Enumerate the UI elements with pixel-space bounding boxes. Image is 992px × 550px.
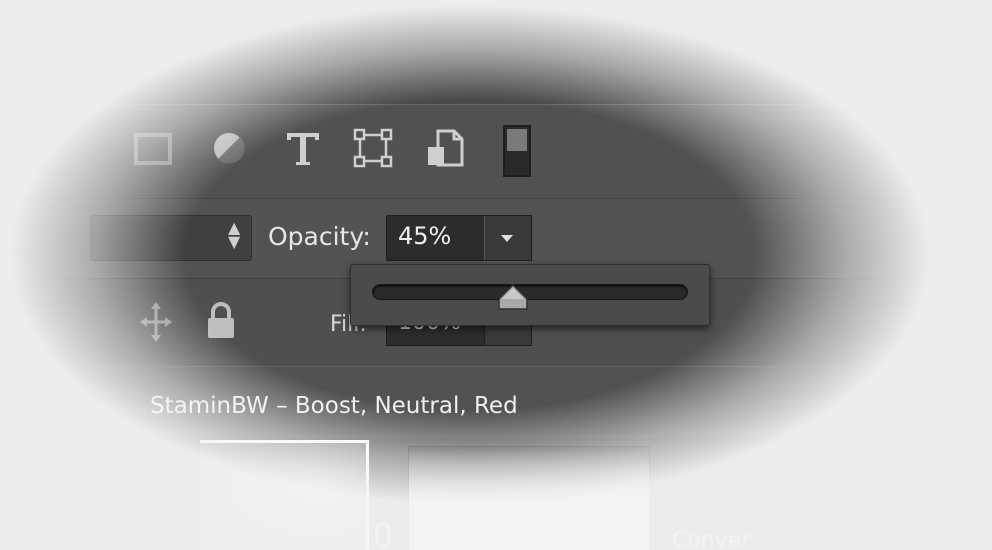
pixel-layer-filter-icon[interactable] <box>132 127 174 169</box>
opacity-value[interactable]: 45% <box>398 222 451 250</box>
panel-top-strip <box>0 0 992 105</box>
layers-panel: ▲▼ Opacity: 45% Fill: 100% StaminBW – Bo… <box>0 0 992 550</box>
layer-name[interactable]: StaminBW – Boost, Neutral, Red <box>150 393 518 419</box>
layer-caption: Conver <box>672 528 751 550</box>
opacity-slider-thumb[interactable] <box>496 283 530 315</box>
layer-thumbnail[interactable] <box>200 440 369 550</box>
opacity-label: Opacity: <box>268 222 371 251</box>
layer-mask-thumbnail[interactable] <box>408 446 650 550</box>
shape-layer-filter-icon[interactable] <box>352 127 394 169</box>
smart-object-filter-icon[interactable] <box>424 127 466 169</box>
type-layer-filter-icon[interactable] <box>282 127 324 169</box>
adjustment-layer-filter-icon[interactable] <box>208 127 250 169</box>
select-arrows-icon: ▲ ▼ <box>228 218 241 251</box>
filter-toggle-icon[interactable] <box>500 124 534 178</box>
lock-all-icon[interactable] <box>204 300 238 342</box>
opacity-dropdown-button[interactable] <box>484 215 532 261</box>
chain-link-icon[interactable] <box>370 520 396 550</box>
chevron-down-icon <box>501 235 513 242</box>
lock-position-icon[interactable] <box>138 300 174 344</box>
